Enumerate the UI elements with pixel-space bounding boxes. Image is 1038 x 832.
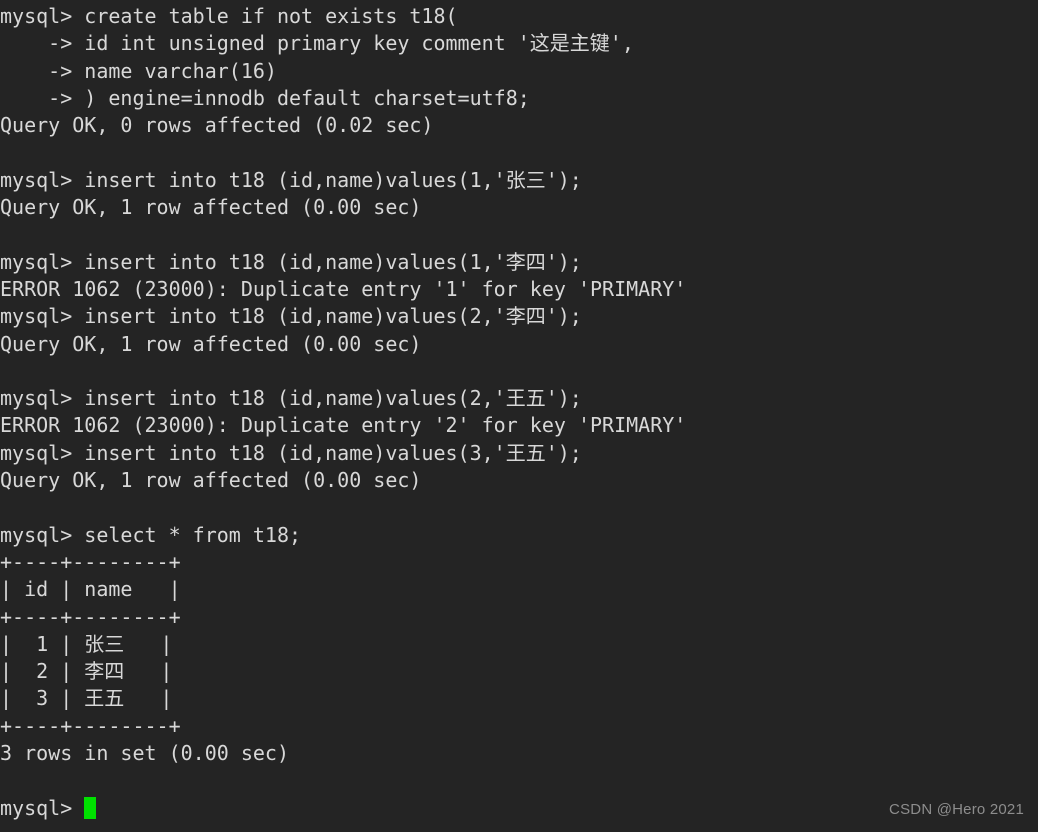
terminal-line: -> id int unsigned primary key comment '… — [0, 31, 634, 56]
terminal-line: ERROR 1062 (23000): Duplicate entry '2' … — [0, 413, 687, 438]
terminal-line: mysql> insert into t18 (id,name)values(1… — [0, 167, 582, 192]
terminal-line: Query OK, 0 rows affected (0.02 sec) — [0, 113, 434, 138]
terminal-line: mysql> insert into t18 (id,name)values(1… — [0, 249, 582, 274]
terminal-line: | id | name | — [0, 577, 181, 602]
terminal-line: mysql> insert into t18 (id,name)values(2… — [0, 304, 582, 329]
terminal-line: | 2 | 李四 | — [0, 659, 173, 684]
terminal-output-area[interactable]: mysql> create table if not exists t18( -… — [0, 3, 686, 822]
terminal-line: mysql> create table if not exists t18( — [0, 4, 458, 28]
terminal-line: 3 rows in set (0.00 sec) — [0, 741, 289, 766]
terminal-line: | 3 | 王五 | — [0, 686, 173, 711]
terminal-prompt-line[interactable]: mysql> — [0, 795, 686, 822]
terminal-window[interactable]: mysql> create table if not exists t18( -… — [0, 0, 1038, 832]
csdn-watermark: CSDN @Hero 2021 — [889, 800, 1024, 818]
terminal-line: ERROR 1062 (23000): Duplicate entry '1' … — [0, 276, 687, 301]
terminal-line: -> ) engine=innodb default charset=utf8; — [0, 85, 530, 110]
terminal-line: mysql> select * from t18; — [0, 522, 302, 547]
terminal-line: Query OK, 1 row affected (0.00 sec) — [0, 195, 422, 220]
terminal-line: Query OK, 1 row affected (0.00 sec) — [0, 468, 422, 493]
terminal-line: +----+--------+ — [0, 713, 181, 738]
terminal-line: -> name varchar(16) — [0, 58, 277, 83]
terminal-line: mysql> insert into t18 (id,name)values(2… — [0, 386, 582, 411]
prompt-label: mysql> — [0, 795, 85, 820]
terminal-line: +----+--------+ — [0, 604, 181, 629]
terminal-line: mysql> insert into t18 (id,name)values(3… — [0, 440, 582, 465]
terminal-line: Query OK, 1 row affected (0.00 sec) — [0, 331, 422, 356]
terminal-line: +----+--------+ — [0, 549, 181, 574]
text-cursor[interactable] — [84, 796, 97, 819]
terminal-line: | 1 | 张三 | — [0, 631, 173, 656]
